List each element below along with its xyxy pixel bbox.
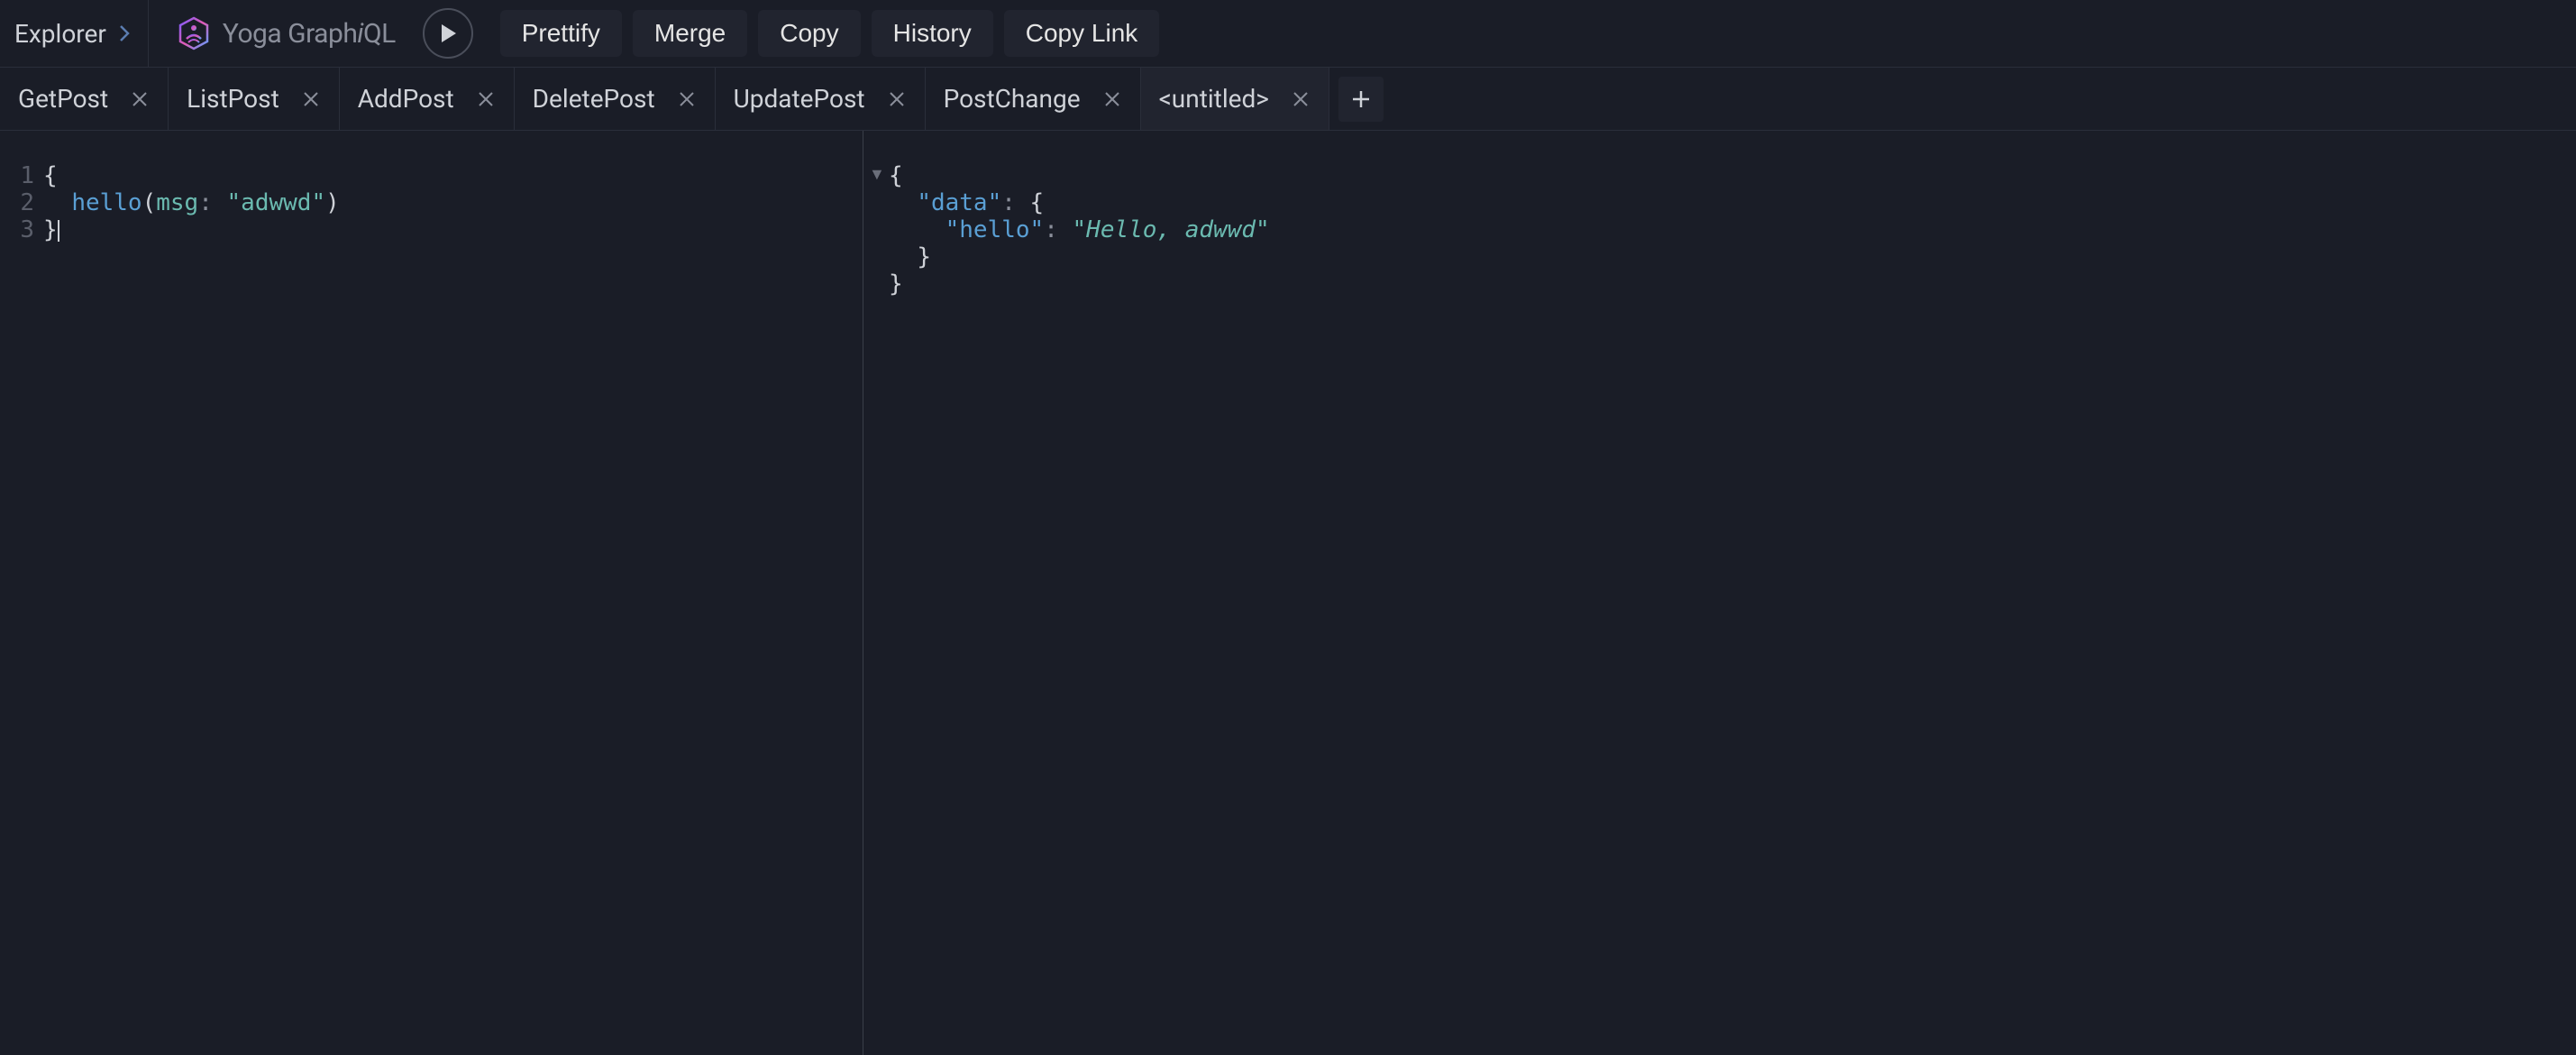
tab-label: ListPost: [187, 84, 279, 114]
tab-label: UpdatePost: [734, 84, 865, 114]
tab-updatepost[interactable]: UpdatePost: [716, 68, 926, 130]
result-code: { "data": { "hello": "Hello, adwwd" } }: [863, 162, 1270, 1055]
fold-toggle-icon[interactable]: ▼: [869, 165, 885, 184]
explorer-label: Explorer: [14, 19, 106, 49]
copy-button[interactable]: Copy: [758, 10, 860, 57]
text-cursor: [58, 220, 59, 242]
tab-label: <untitled>: [1159, 84, 1269, 114]
tab-label: DeletePost: [533, 84, 655, 114]
play-icon: [439, 23, 457, 43]
tab-deletepost[interactable]: DeletePost: [515, 68, 716, 130]
tabs-bar: GetPost ListPost AddPost DeletePost Upda…: [0, 68, 2576, 131]
execute-button[interactable]: [423, 8, 473, 59]
result-pane: ▼ { "data": { "hello": "Hello, adwwd" } …: [863, 131, 2576, 1055]
explorer-toggle[interactable]: Explorer: [0, 0, 149, 67]
topbar: Explorer Yoga GraphiQL: [0, 0, 2576, 68]
tab-addpost[interactable]: AddPost: [340, 68, 515, 130]
close-icon[interactable]: [476, 89, 496, 109]
yoga-logo-icon: [176, 15, 212, 51]
plus-icon: [1350, 88, 1372, 110]
app-title: Yoga GraphiQL: [223, 18, 396, 50]
history-button[interactable]: History: [872, 10, 993, 57]
tab-label: PostChange: [944, 84, 1081, 114]
tab-label: AddPost: [358, 84, 454, 114]
close-icon[interactable]: [301, 89, 321, 109]
app-logo: Yoga GraphiQL: [149, 15, 423, 51]
add-tab-button[interactable]: [1338, 77, 1384, 122]
tab-label: GetPost: [18, 84, 108, 114]
chevron-right-icon: [115, 24, 133, 42]
tab-postchange[interactable]: PostChange: [926, 68, 1141, 130]
prettify-button[interactable]: Prettify: [500, 10, 622, 57]
close-icon[interactable]: [887, 89, 907, 109]
copy-link-button[interactable]: Copy Link: [1004, 10, 1160, 57]
tab-untitled[interactable]: <untitled>: [1141, 68, 1329, 130]
query-editor[interactable]: 1 2 3 { hello(msg: "adwwd") }: [0, 131, 863, 1055]
editor-area: 1 2 3 { hello(msg: "adwwd") } ▼ { "data"…: [0, 131, 2576, 1055]
tab-getpost[interactable]: GetPost: [0, 68, 169, 130]
line-number-gutter: 1 2 3: [0, 162, 43, 1055]
close-icon[interactable]: [677, 89, 697, 109]
close-icon[interactable]: [1102, 89, 1122, 109]
merge-button[interactable]: Merge: [633, 10, 747, 57]
query-code[interactable]: { hello(msg: "adwwd") }: [43, 162, 340, 1055]
close-icon[interactable]: [1291, 89, 1311, 109]
toolbar-buttons: Prettify Merge Copy History Copy Link: [500, 10, 1160, 57]
tab-listpost[interactable]: ListPost: [169, 68, 340, 130]
close-icon[interactable]: [130, 89, 150, 109]
